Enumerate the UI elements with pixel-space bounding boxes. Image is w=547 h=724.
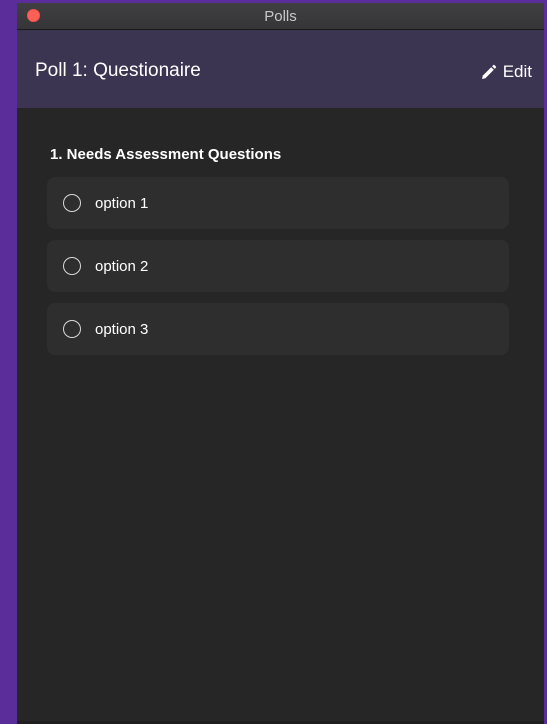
poll-header: Poll 1: Questionaire Edit [17, 30, 544, 108]
poll-option-1[interactable]: option 1 [47, 177, 509, 229]
edit-label: Edit [502, 62, 532, 81]
radio-icon[interactable] [63, 194, 81, 212]
option-label: option 3 [95, 320, 149, 338]
poll-content: 1. Needs Assessment Questions option 1 o… [17, 108, 544, 355]
edit-button[interactable]: Edit [480, 62, 532, 82]
option-label: option 1 [95, 194, 149, 212]
window-titlebar[interactable]: Polls [17, 3, 544, 30]
polls-window: Polls Poll 1: Questionaire Edit 1. Needs… [17, 3, 544, 724]
poll-option-2[interactable]: option 2 [47, 240, 509, 292]
window-title: Polls [264, 8, 297, 25]
pencil-icon [480, 64, 497, 81]
question-title: 1. Needs Assessment Questions [50, 146, 282, 163]
option-label: option 2 [95, 257, 149, 275]
poll-title: Poll 1: Questionaire [35, 60, 201, 81]
radio-icon[interactable] [63, 320, 81, 338]
desktop-background: Polls Poll 1: Questionaire Edit 1. Needs… [0, 0, 547, 724]
poll-option-3[interactable]: option 3 [47, 303, 509, 355]
radio-icon[interactable] [63, 257, 81, 275]
